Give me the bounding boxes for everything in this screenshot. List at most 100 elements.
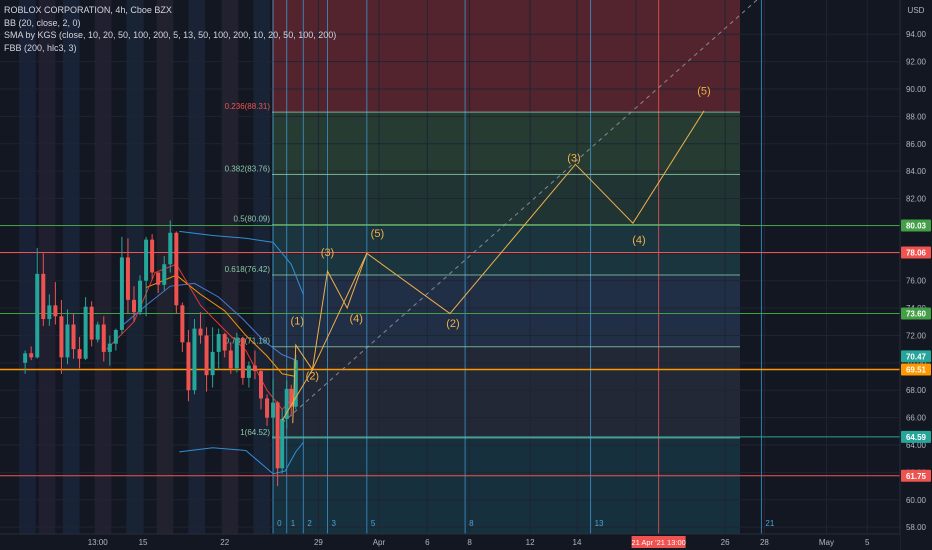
price-badge-label: 80.03 [906,222,927,231]
fib-level-label: 0.618(76.42) [225,265,271,274]
candle-body [192,328,197,391]
candle-body [59,316,64,358]
price-badge-label: 73.60 [906,310,927,319]
candle-body [65,324,70,358]
candle-body [156,272,161,285]
candle-body [47,305,52,320]
time-tick-label: 13:00 [88,538,109,547]
price-tick-label: 90.00 [906,85,927,94]
price-tick-label: 88.00 [906,112,927,121]
price-tick-label: 86.00 [906,140,927,149]
time-tick-label: 29 [314,538,323,547]
time-tick-label: 14 [573,538,582,547]
time-tick-label: 5 [865,538,870,547]
fib-level-label: 0.236(88.31) [225,102,271,111]
candle-body [198,328,203,336]
candle-body [119,257,124,330]
candle-body [131,299,136,313]
candle-body [35,273,40,358]
candle-body [240,338,245,378]
wave-label: (5) [371,228,384,240]
candle-body [107,343,112,352]
price-tick-label: 68.00 [906,386,927,395]
candle-body [234,338,239,369]
fib-zone [272,224,740,275]
time-tick-label: 6 [425,538,430,547]
candle-body [125,257,130,300]
candle-body [23,353,28,363]
wave-label: (2) [306,370,319,382]
indicator-sma[interactable]: SMA by KGS (close, 10, 20, 50, 100, 200,… [4,29,336,42]
candle-body [180,305,185,343]
price-tick-label: 72.00 [906,331,927,340]
wave-label: (3) [321,247,334,259]
candle-body [174,232,179,306]
time-tick-label: May [819,538,834,547]
candle-body [258,371,263,399]
candle-body [113,329,118,344]
price-tick-label: 76.00 [906,277,927,286]
fib-time-label: 5 [371,519,376,528]
candle-body [162,264,167,285]
candle-body [150,239,155,273]
wave-label: (3) [567,153,580,165]
wave-label: (4) [350,313,363,325]
wave-label: (1) [291,316,304,328]
fib-time-label: 21 [765,519,774,528]
fib-time-label: 1 [291,519,296,528]
indicator-fbb[interactable]: FBB (200, hlc3, 3) [4,42,336,55]
indicator-bb[interactable]: BB (20, close, 2, 0) [4,17,336,30]
candle-body [275,402,280,469]
candle-body [246,365,251,378]
wave-label: (2) [446,318,459,330]
time-tick-label: 15 [139,538,148,547]
price-tick-label: 60.00 [906,496,927,505]
fib-time-label: 3 [332,519,337,528]
session-band [188,0,206,534]
session-band [62,0,80,534]
symbol-title[interactable]: ROBLOX CORPORATION, 4h, Cboe BZX [4,4,336,17]
candle-body [168,232,173,265]
chart-canvas[interactable]: 0 1 2 3 5 8 13 210.236(88.31)0.382(83.76)0.5(80… [0,0,932,550]
time-tick-label: 12 [526,538,535,547]
fib-time-label: 2 [307,519,312,528]
candle-body [29,353,34,358]
candle-body [89,306,94,340]
candle-body [204,335,209,376]
candle-body [210,351,215,376]
candle-body [41,273,46,320]
price-tick-label: 84.00 [906,167,927,176]
wave-label: (4) [632,235,645,247]
candle-body [144,239,149,281]
fib-level-label: 1(64.52) [240,428,270,437]
candle-body [53,305,58,317]
price-tick-label: 82.00 [906,195,927,204]
candle-body [222,334,227,351]
fib-zone [272,174,740,225]
session-band [94,0,112,534]
candle-body [77,349,82,359]
time-tick-label: 22 [220,538,229,547]
fib-time-label: 13 [595,519,604,528]
price-badge-label: 61.75 [906,472,927,481]
candle-body [280,418,285,469]
date-badge-label: 21 Apr '21 13:00 [631,538,685,547]
candle-body [265,398,270,418]
fib-time-label: 8 [469,519,474,528]
price-badge-label: 70.47 [906,352,927,361]
fib-level-label: 0.382(83.76) [225,164,271,173]
fib-time-label: 0 [277,519,282,528]
candle-body [71,324,76,350]
price-badge-label: 78.06 [906,248,927,257]
price-tick-label: 92.00 [906,58,927,67]
currency-label: USD [908,6,925,15]
time-tick-label: Apr [373,538,386,547]
session-band [19,0,36,534]
candle-body [216,334,221,352]
candle-body [101,324,106,352]
price-badge-label: 64.59 [906,433,927,442]
wave-label: (5) [697,85,710,97]
indicator-legend: ROBLOX CORPORATION, 4h, Cboe BZX BB (20,… [4,4,336,54]
candle-body [138,280,143,313]
candle-body [271,402,276,418]
